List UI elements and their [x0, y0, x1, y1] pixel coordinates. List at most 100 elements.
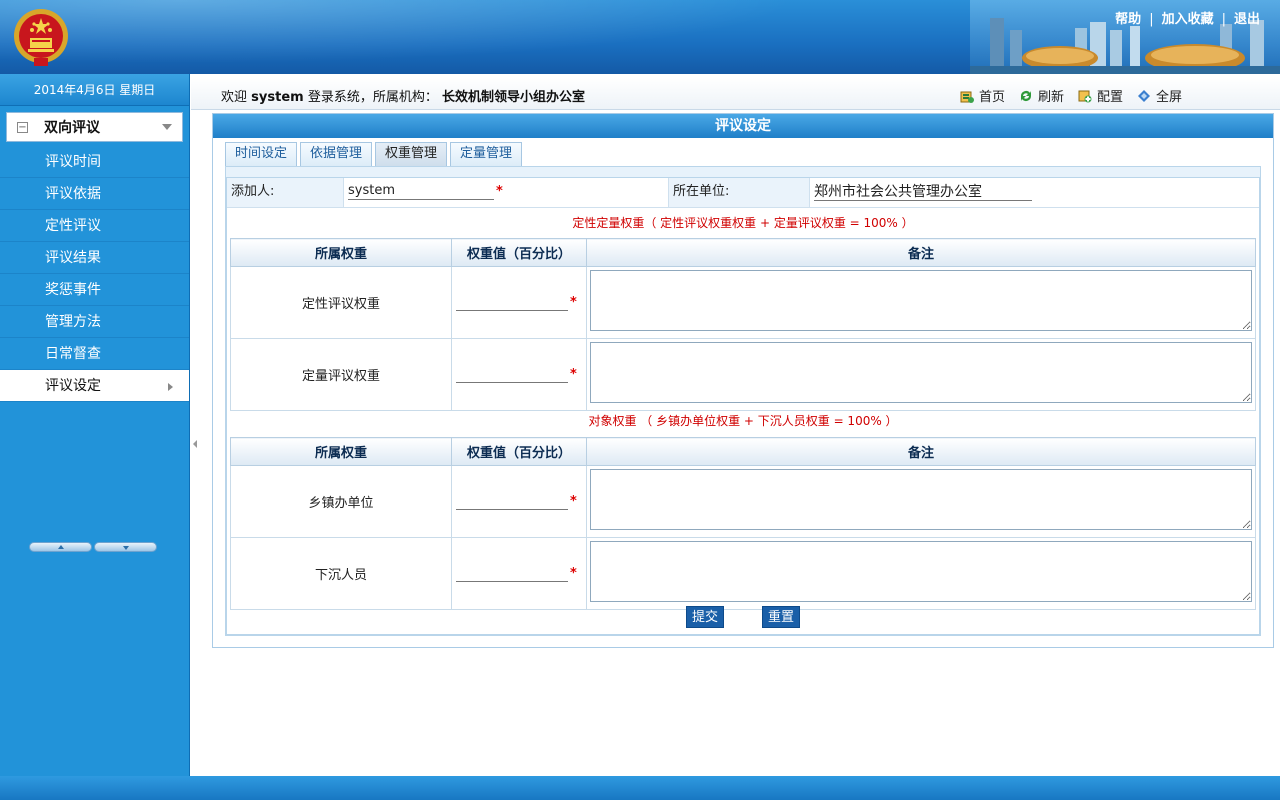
table-row: 下沉人员 * — [230, 537, 1256, 610]
weight-value-input-quantitative[interactable] — [456, 367, 568, 383]
submit-button[interactable]: 提交 — [686, 606, 724, 628]
toolbar: 首页 刷新 配置 全屏 — [960, 86, 1182, 105]
fullscreen-button[interactable]: 全屏 — [1137, 86, 1182, 105]
sidebar-item-review-results[interactable]: 评议结果 — [0, 242, 189, 274]
sidebar-scroll-buttons — [29, 542, 157, 552]
sidebar-item-review-time[interactable]: 评议时间 — [0, 146, 189, 178]
adder-row: 添加人: system * 所在单位: 郑州市社会公共管理办公室 — [227, 178, 1259, 208]
collapse-minus-icon[interactable]: − — [17, 121, 28, 133]
table-row: 定量评议权重 * — [230, 338, 1256, 411]
reset-button[interactable]: 重置 — [762, 606, 800, 628]
note-cell — [586, 537, 1256, 610]
tab-weight-management[interactable]: 权重管理 — [375, 142, 448, 166]
tab-time-settings[interactable]: 时间设定 — [225, 142, 298, 166]
review-settings-panel: 评议设定 时间设定 依据管理 权重管理 定量管理 添加人: system * 所在… — [212, 113, 1274, 648]
scroll-up-button[interactable] — [29, 542, 92, 552]
bottom-bar — [0, 776, 1280, 800]
tab-basis-management[interactable]: 依据管理 — [300, 142, 373, 166]
panel-title: 评议设定 — [213, 114, 1273, 138]
weight-name-quantitative: 定量评议权重 — [230, 338, 452, 411]
col-header-weight-type: 所属权重 — [230, 437, 452, 466]
required-mark: * — [570, 566, 577, 581]
weight-value-input-qualitative[interactable] — [456, 295, 568, 311]
note-cell — [586, 338, 1256, 411]
scroll-down-button[interactable] — [94, 542, 157, 552]
tab-bar: 时间设定 依据管理 权重管理 定量管理 — [225, 142, 523, 166]
sidebar-item-reward-penalty[interactable]: 奖惩事件 — [0, 274, 189, 306]
config-label: 配置 — [1096, 90, 1123, 105]
config-button[interactable]: 配置 — [1078, 86, 1123, 105]
col-header-note: 备注 — [586, 238, 1256, 267]
sidebar-collapse-handle[interactable] — [190, 400, 200, 490]
table-row: 定性评议权重 * — [230, 266, 1256, 339]
info-bar: 欢迎 system 登录系统，所属机构： 长效机制领导小组办公室 首页 刷新 配… — [191, 78, 1280, 110]
weight-name-township-unit: 乡镇办单位 — [230, 465, 452, 538]
tab-content: 添加人: system * 所在单位: 郑州市社会公共管理办公室 定性定量权重（ … — [225, 166, 1261, 636]
adder-input[interactable]: system — [348, 183, 494, 200]
required-mark: * — [570, 494, 577, 509]
sidebar-item-review-settings[interactable]: 评议设定 — [0, 370, 189, 402]
required-mark: * — [496, 184, 503, 199]
refresh-label: 刷新 — [1037, 90, 1064, 105]
left-sidebar: 2014年4月6日 星期日 − 双向评议 评议时间 评议依据 定性评议 评议结果… — [0, 74, 190, 776]
sidebar-item-qualitative-review[interactable]: 定性评议 — [0, 210, 189, 242]
weight-value-cell: * — [451, 537, 587, 610]
note-textarea-sunk-personnel[interactable] — [590, 541, 1252, 602]
note-textarea-township-unit[interactable] — [590, 469, 1252, 530]
col-header-weight-value: 权重值（百分比） — [451, 437, 587, 466]
add-favorite-link[interactable]: 加入收藏 — [1162, 12, 1214, 27]
welcome-prefix: 欢迎 — [221, 90, 248, 105]
weight-value-input-sunk-personnel[interactable] — [456, 566, 568, 582]
note-cell — [586, 266, 1256, 339]
home-button[interactable]: 首页 — [960, 86, 1005, 105]
refresh-icon — [1020, 90, 1031, 101]
weight-value-cell: * — [451, 465, 587, 538]
object-weight-formula: 对象权重 （ 乡镇办单位权重 + 下沉人员权重 = 100% ） — [588, 414, 898, 428]
username: system — [251, 90, 304, 105]
menu-group-header[interactable]: − 双向评议 — [6, 112, 183, 142]
unit-field-cell: 郑州市社会公共管理办公室 — [810, 178, 1259, 207]
sidebar-item-daily-inspection[interactable]: 日常督查 — [0, 338, 189, 370]
note-textarea-quantitative[interactable] — [590, 342, 1252, 403]
logout-link[interactable]: 退出 — [1234, 12, 1260, 27]
welcome-mid: 登录系统，所属机构： — [307, 90, 438, 105]
national-emblem-logo — [14, 9, 68, 66]
weight-form: 添加人: system * 所在单位: 郑州市社会公共管理办公室 定性定量权重（ … — [226, 177, 1260, 635]
chevron-right-icon — [168, 383, 173, 391]
qual-quant-weight-formula: 定性定量权重（ 定性评议权重权重 + 定量评议权重 = 100% ） — [572, 216, 914, 230]
required-mark: * — [570, 367, 577, 382]
org-name: 长效机制领导小组办公室 — [441, 90, 585, 105]
home-label: 首页 — [978, 90, 1005, 105]
sidebar-item-management-method[interactable]: 管理方法 — [0, 306, 189, 338]
sidebar-item-review-basis[interactable]: 评议依据 — [0, 178, 189, 210]
date-display: 2014年4月6日 星期日 — [0, 74, 189, 106]
link-separator: | — [1149, 12, 1154, 27]
config-icon — [1078, 90, 1092, 102]
menu-group-title: 双向评议 — [44, 120, 100, 136]
weight-value-cell: * — [451, 338, 587, 411]
fullscreen-label: 全屏 — [1155, 90, 1182, 105]
table-row: 乡镇办单位 * — [230, 465, 1256, 538]
weight-value-input-township-unit[interactable] — [456, 494, 568, 510]
col-header-note: 备注 — [586, 437, 1256, 466]
fullscreen-icon — [1137, 89, 1150, 102]
weight-name-qualitative: 定性评议权重 — [230, 266, 452, 339]
note-textarea-qualitative[interactable] — [590, 270, 1252, 331]
weight-value-cell: * — [451, 266, 587, 339]
refresh-button[interactable]: 刷新 — [1019, 86, 1064, 105]
required-mark: * — [570, 295, 577, 310]
weight-name-sunk-personnel: 下沉人员 — [230, 537, 452, 610]
header-links: 帮助 | 加入收藏 | 退出 — [1115, 8, 1260, 27]
link-separator: | — [1221, 12, 1226, 27]
unit-input[interactable]: 郑州市社会公共管理办公室 — [814, 184, 1032, 201]
help-link[interactable]: 帮助 — [1115, 12, 1141, 27]
form-buttons: 提交 重置 — [227, 606, 1259, 628]
col-header-weight-type: 所属权重 — [230, 238, 452, 267]
col-header-weight-value: 权重值（百分比） — [451, 238, 587, 267]
home-icon — [960, 91, 974, 103]
chevron-down-icon[interactable] — [162, 124, 172, 130]
object-weight-table: 所属权重 权重值（百分比） 备注 乡镇办单位 * 下沉人员 * — [230, 437, 1256, 610]
top-header: 帮助 | 加入收藏 | 退出 — [0, 0, 1280, 74]
welcome-message: 欢迎 system 登录系统，所属机构： 长效机制领导小组办公室 — [221, 86, 585, 105]
tab-quantitative-management[interactable]: 定量管理 — [450, 142, 523, 166]
